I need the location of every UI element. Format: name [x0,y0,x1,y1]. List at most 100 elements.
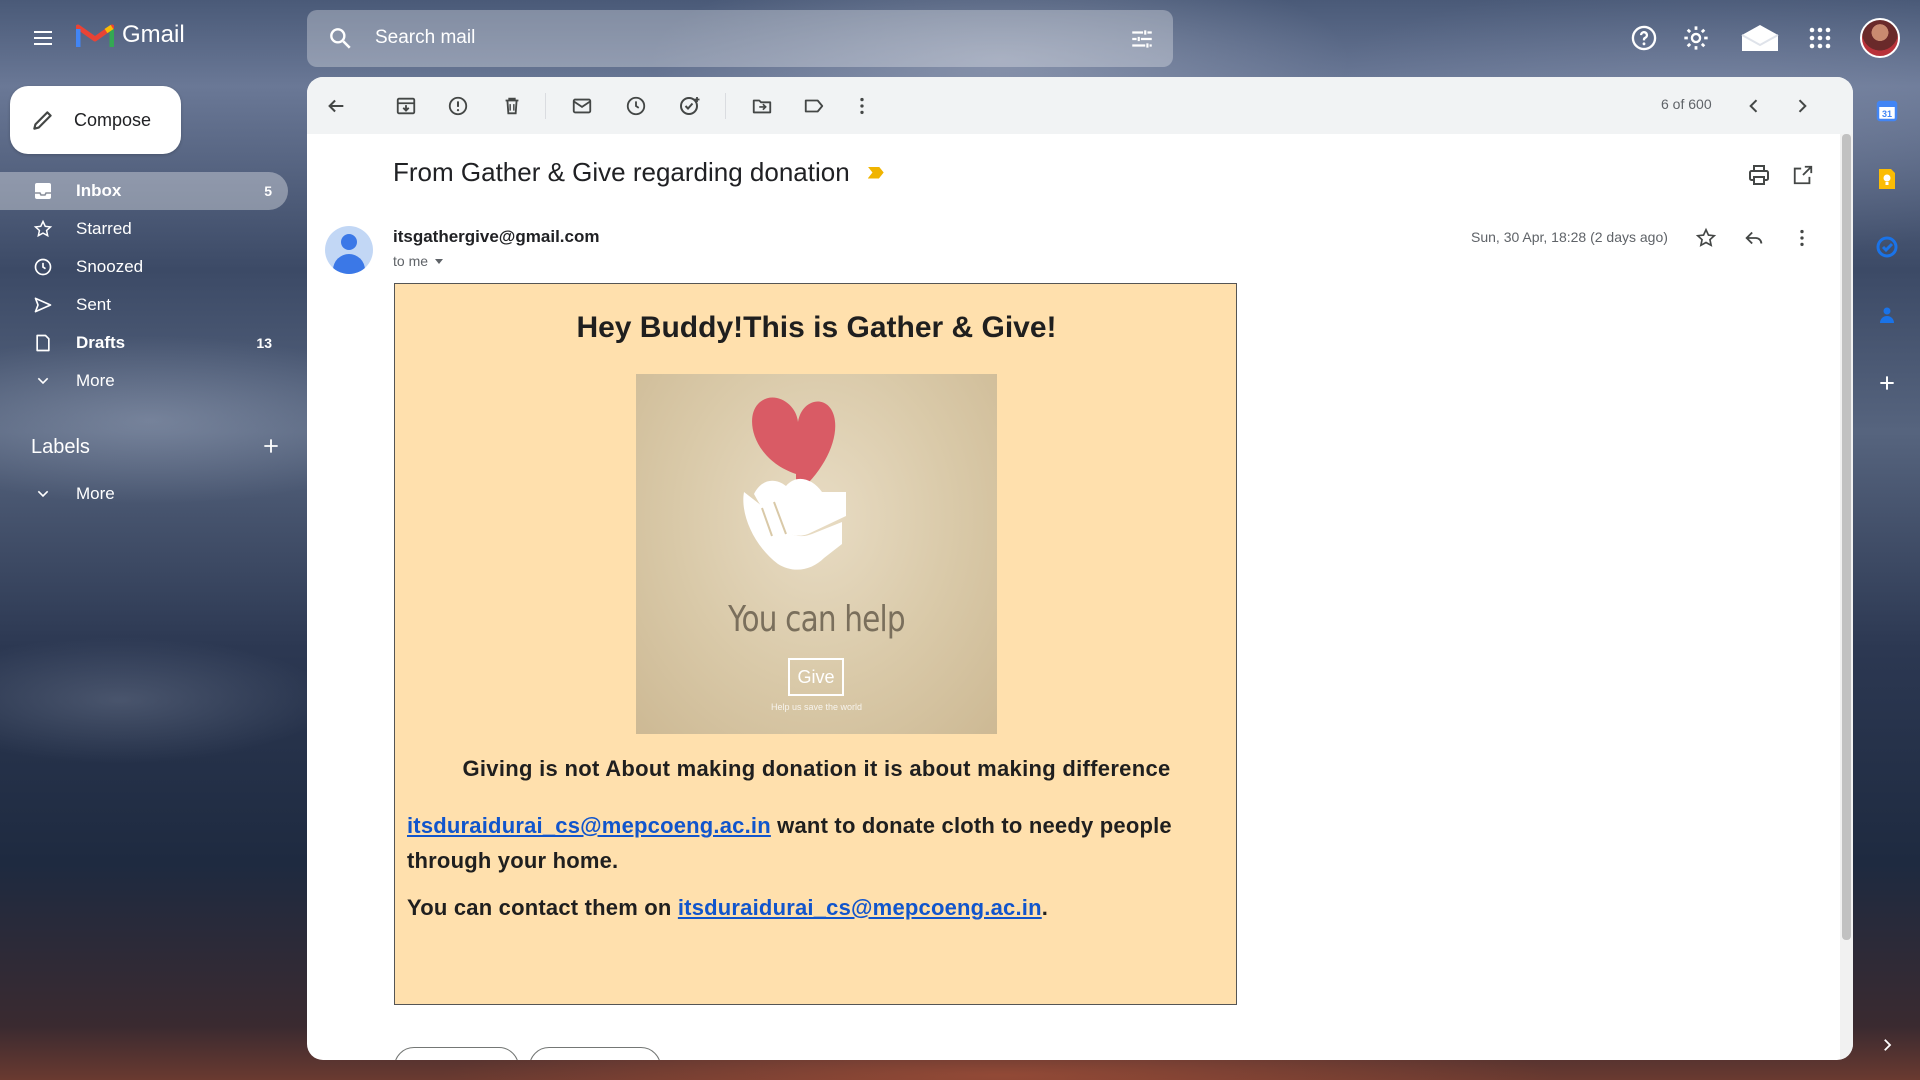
sidebar-item-drafts[interactable]: Drafts 13 [0,324,288,362]
add-task-icon [680,97,700,115]
poster-headline: You can help [728,599,905,640]
caret-down-icon [435,259,444,264]
pencil-icon [33,111,52,130]
snooze-button[interactable] [621,91,651,121]
main-menu-button[interactable] [22,20,64,56]
plus-icon [1880,376,1894,390]
mark-unread-button[interactable] [567,91,597,121]
top-bar: Gmail [0,0,1920,76]
reply-icon [1745,231,1763,245]
arrow-back-icon [328,99,344,113]
add-label-icon[interactable] [261,436,281,462]
tasks-app-button[interactable] [1866,226,1908,268]
sidebar-item-label: Starred [76,219,132,238]
show-side-panel-button[interactable] [1866,1024,1908,1066]
labels-button[interactable] [799,91,829,121]
search-bar [307,10,1173,67]
support-button[interactable] [1624,18,1664,58]
open-new-window-button[interactable] [1789,161,1817,189]
gmail-logo[interactable]: Gmail [76,21,185,49]
get-addons-button[interactable] [1866,362,1908,404]
forward-pill-button[interactable] [529,1047,661,1060]
contacts-app-button[interactable] [1866,294,1908,336]
workspace-button[interactable] [1738,18,1782,58]
donor-email-link[interactable]: itsduraidurai_cs@mepcoeng.ac.in [407,813,771,838]
more-vert-icon [860,97,864,115]
back-button[interactable] [321,91,351,121]
star-button[interactable] [1691,223,1721,253]
move-to-button[interactable] [747,91,777,121]
sidebar-item-starred[interactable]: Starred [0,210,288,248]
email-body-card: Hey Buddy!This is Gather & Give! You can… [394,283,1237,1005]
delete-button[interactable] [497,91,527,121]
email-date: Sun, 30 Apr, 18:28 (2 days ago) [1471,229,1668,245]
trash-icon [505,97,519,115]
sidebar-item-label: Inbox [76,181,122,200]
archive-button[interactable] [391,91,421,121]
account-avatar[interactable] [1860,18,1900,58]
paragraph-2-suffix: . [1041,895,1049,920]
poster-give-button: Give [788,658,844,696]
add-to-tasks-button[interactable] [675,91,705,121]
sidebar-item-more[interactable]: More [0,362,288,400]
sidebar-item-sent[interactable]: Sent [0,286,288,324]
more-vert-icon [1800,229,1804,247]
draft-count: 13 [256,335,272,351]
sidebar-item-label: More [76,371,115,390]
recipient-details[interactable]: to me [393,253,444,269]
email-subject: From Gather & Give regarding donation [393,157,884,188]
send-icon [32,295,54,315]
print-all-button[interactable] [1745,161,1773,189]
poster-subtext: Help us save the world [770,702,863,712]
sidebar-item-label: Drafts [76,333,126,352]
star-outline-icon [1695,227,1717,247]
contacts-icon [1880,307,1894,323]
newer-button[interactable] [1739,91,1769,121]
more-actions-button[interactable] [847,91,877,121]
reply-button[interactable] [1739,223,1769,253]
chevron-right-icon [1884,1039,1892,1051]
draft-icon [32,333,54,353]
toolbar-divider [545,93,546,119]
apps-grid-icon [1809,27,1831,49]
sender-avatar[interactable] [325,226,373,274]
unread-count: 5 [264,183,272,199]
email-paragraph-1: itsduraidurai_cs@mepcoeng.ac.in want to … [407,808,1227,878]
email-tagline: Giving is not About making donation it i… [462,756,1171,781]
labels-more-item[interactable]: More [0,475,288,513]
sidebar-item-label: Snoozed [76,257,144,276]
search-options-icon[interactable] [1129,26,1155,57]
reply-pill-button[interactable] [394,1047,519,1060]
sidebar-item-inbox[interactable]: Inbox 5 [0,172,288,210]
sidebar-item-label: Sent [76,295,111,314]
clock-icon [626,96,646,116]
importance-marker-icon[interactable] [867,166,884,179]
settings-button[interactable] [1676,18,1716,58]
report-spam-button[interactable] [443,91,473,121]
star-icon [32,219,54,239]
subject-text: From Gather & Give regarding donation [393,157,850,187]
contact-email-link[interactable]: itsduraidurai_cs@mepcoeng.ac.in [678,895,1042,920]
keep-app-button[interactable] [1866,158,1908,200]
hamburger-icon [34,31,52,45]
search-input[interactable] [375,24,1075,52]
message-scrollbar[interactable] [1840,134,1853,1060]
compose-button[interactable]: Compose [10,86,181,154]
help-icon [1631,25,1657,51]
search-icon[interactable] [327,25,353,56]
labels-more-label: More [76,484,115,503]
gmail-logo-text: Gmail [122,21,185,48]
svg-text:31: 31 [1882,109,1892,119]
message-toolbar: 6 of 600 [307,77,1853,134]
label-icon [804,99,824,113]
scrollbar-thumb[interactable] [1842,134,1851,940]
sidebar-item-snoozed[interactable]: Snoozed [0,248,288,286]
donation-poster-image: You can help Give Help us save the world [636,374,997,734]
message-more-button[interactable] [1787,223,1817,253]
sender-email[interactable]: itsgathergive@gmail.com [393,227,599,247]
calendar-app-button[interactable]: 31 [1866,90,1908,132]
gear-icon [1684,26,1708,50]
open-in-new-icon [1793,165,1813,185]
google-apps-button[interactable] [1800,18,1840,58]
older-button[interactable] [1787,91,1817,121]
